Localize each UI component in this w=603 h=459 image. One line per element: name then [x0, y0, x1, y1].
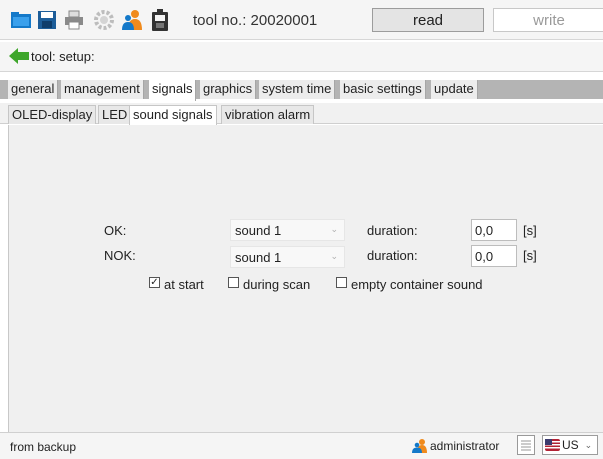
floppy-disk-icon [38, 11, 56, 29]
during-scan-label: during scan [243, 277, 311, 292]
back-arrow-icon [9, 48, 29, 64]
tool-number: tool no.: 20020001 [193, 12, 318, 29]
at-start-label: at start [164, 277, 204, 292]
document-icon [521, 440, 531, 451]
nok-sound-value: sound 1 [235, 250, 282, 265]
tab-signals[interactable]: signals [149, 80, 197, 101]
nok-duration-input[interactable]: 0,0 [471, 245, 517, 267]
breadcrumb: tool: setup: [0, 42, 603, 72]
nok-duration-unit: [s] [523, 248, 537, 263]
settings-button[interactable] [93, 9, 115, 31]
read-button[interactable]: read [372, 8, 484, 32]
ok-duration-unit: [s] [523, 223, 537, 238]
breadcrumb-text: tool: setup: [31, 49, 95, 64]
chevron-down-icon: ⌄ [330, 224, 338, 234]
subtab-oled-display[interactable]: OLED-display [8, 105, 97, 124]
notes-button[interactable] [517, 435, 535, 455]
empty-container-sound-label: empty container sound [351, 277, 483, 292]
at-start-checkbox[interactable]: ✓ [149, 277, 160, 288]
back-button[interactable] [8, 45, 30, 67]
folder-icon [11, 12, 31, 28]
printer-icon [65, 10, 83, 30]
subtab-sound-signals[interactable]: sound signals [129, 105, 217, 125]
us-flag-icon [545, 439, 560, 451]
ok-sound-select[interactable]: sound 1 ⌄ [230, 219, 345, 241]
save-button[interactable] [36, 9, 58, 31]
language-value: US [562, 438, 579, 452]
subtab-vibration-alarm[interactable]: vibration alarm [221, 105, 315, 124]
users-icon [122, 10, 142, 30]
tab-update[interactable]: update [431, 80, 478, 99]
tab-system-time[interactable]: system time [259, 80, 336, 99]
print-button[interactable] [63, 9, 85, 31]
ok-sound-value: sound 1 [235, 223, 282, 238]
chevron-down-icon: ⌄ [584, 439, 593, 450]
status-text: from backup [10, 440, 77, 454]
tab-basic-settings[interactable]: basic settings [340, 80, 426, 99]
device-icon [152, 9, 168, 31]
nok-duration-label: duration: [367, 248, 418, 263]
status-bar [0, 432, 603, 459]
tab-general[interactable]: general [8, 80, 59, 99]
device-button[interactable] [149, 9, 171, 31]
nok-sound-select[interactable]: sound 1 ⌄ [230, 246, 345, 268]
subtab-led[interactable]: LED [98, 105, 132, 124]
ok-label: OK: [104, 223, 127, 238]
language-select[interactable]: US ⌄ [542, 435, 598, 455]
user-name: administrator [430, 439, 500, 453]
users-button[interactable] [121, 9, 143, 31]
chevron-down-icon: ⌄ [330, 251, 338, 261]
ok-duration-label: duration: [367, 223, 418, 238]
user-icon [412, 439, 427, 453]
nok-label: NOK: [104, 248, 136, 263]
empty-container-sound-checkbox[interactable] [336, 277, 347, 288]
write-button[interactable]: write [493, 8, 603, 32]
current-user: administrator [412, 439, 499, 453]
open-folder-button[interactable] [10, 9, 32, 31]
during-scan-checkbox[interactable] [228, 277, 239, 288]
gear-icon [94, 10, 114, 30]
tab-graphics[interactable]: graphics [200, 80, 257, 99]
ok-duration-input[interactable]: 0,0 [471, 219, 517, 241]
tab-management[interactable]: management [61, 80, 144, 99]
